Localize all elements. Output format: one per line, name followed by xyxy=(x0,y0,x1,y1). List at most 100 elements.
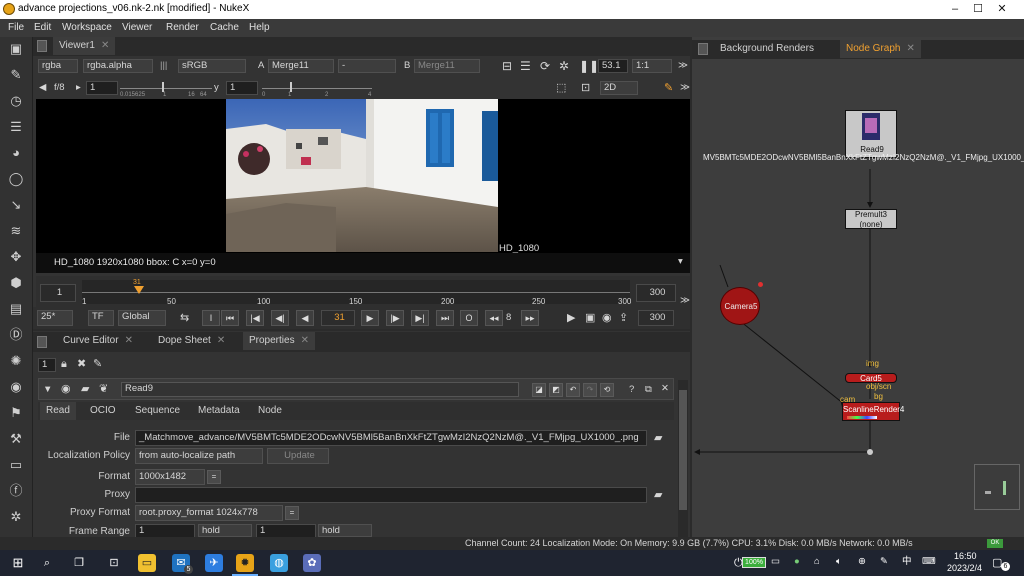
furnace-icon[interactable]: ⓕ xyxy=(8,483,24,499)
end-frame-field[interactable]: 300 xyxy=(638,310,674,326)
step-size-value[interactable]: 8 xyxy=(506,311,511,325)
compare-mode-select[interactable]: - xyxy=(338,59,396,73)
sound-icon[interactable]: 🔈︎ xyxy=(836,555,842,569)
particles-icon[interactable]: ✺ xyxy=(8,353,24,369)
mask-icon[interactable]: ⊡ xyxy=(581,81,590,95)
playhead[interactable] xyxy=(134,286,144,294)
pane-menu-icon[interactable] xyxy=(37,336,47,348)
time-icon[interactable]: ◷ xyxy=(8,93,24,109)
paint-brush-icon[interactable]: ✎ xyxy=(664,81,673,95)
close-icon[interactable]: ✕ xyxy=(906,43,914,54)
redo-icon[interactable]: ↷ xyxy=(583,383,597,397)
input-a-select[interactable]: Merge11 xyxy=(268,59,334,73)
settings-app-icon[interactable]: ✿ xyxy=(303,554,321,572)
filter-icon[interactable]: ◯ xyxy=(8,171,24,187)
view-mode-select[interactable]: 2D xyxy=(600,81,638,95)
format-select[interactable]: 1000x1482 xyxy=(135,469,205,485)
max-panels-field[interactable]: 1 xyxy=(38,358,56,372)
frame-range-first-mode[interactable]: hold xyxy=(198,524,252,537)
proxy-format-edit-button[interactable]: = xyxy=(285,506,299,520)
search-icon[interactable]: ⌕ xyxy=(38,554,56,572)
circle-icon[interactable]: ◉ xyxy=(61,382,71,396)
pane-menu-icon[interactable] xyxy=(698,43,708,55)
step-icon[interactable]: ▸ xyxy=(76,81,81,95)
pen-icon[interactable]: ✎ xyxy=(880,555,888,569)
clear-panels-icon[interactable]: ✖ xyxy=(77,357,86,371)
update-button[interactable]: Update xyxy=(267,448,329,464)
prev-keyframe-button[interactable]: |◀ xyxy=(246,310,264,326)
tab-sequence[interactable]: Sequence xyxy=(129,402,186,420)
edit-icon[interactable]: ◪ xyxy=(532,383,546,397)
tray-green-icon[interactable]: ● xyxy=(794,555,800,569)
channels-select[interactable]: rgba xyxy=(38,59,78,73)
list-icon[interactable]: ☰ xyxy=(520,59,531,73)
last-frame-button[interactable]: ⏭ xyxy=(436,310,454,326)
float-icon[interactable]: ⧉ xyxy=(645,383,652,397)
other-icon[interactable]: ⚒ xyxy=(8,431,24,447)
clock-date[interactable]: 2023/2/4 xyxy=(947,563,982,574)
alpha-channel-select[interactable]: rgba.alpha xyxy=(83,59,153,73)
menu-render[interactable]: Render xyxy=(166,22,199,33)
ime-mode-icon[interactable]: ⊕ xyxy=(858,555,866,569)
close-icon[interactable]: ✕ xyxy=(101,40,109,51)
node-name-field[interactable]: Read9 xyxy=(121,382,519,397)
step-forward-button[interactable]: ▸▸ xyxy=(521,310,539,326)
record-icon[interactable]: ◉ xyxy=(602,311,612,325)
gain-field[interactable]: 1 xyxy=(86,81,118,95)
deep-icon[interactable]: ◉ xyxy=(8,379,24,395)
gamma-field[interactable]: 1 xyxy=(226,81,258,95)
ocula-icon[interactable]: ✲ xyxy=(8,509,24,525)
input-b-select[interactable]: Merge11 xyxy=(414,59,480,73)
folder-icon[interactable]: ▰ xyxy=(654,488,662,502)
collapse-icon[interactable]: ▼ xyxy=(43,383,52,397)
in-point-button[interactable]: I xyxy=(202,310,220,326)
export-icon[interactable]: ⇪ xyxy=(619,311,628,325)
undo-icon[interactable]: ↶ xyxy=(566,383,580,397)
play-forward-button[interactable]: ▶ xyxy=(361,310,379,326)
image-icon[interactable]: ▣ xyxy=(8,41,24,57)
scanlinerender4-node[interactable]: ScanlineRender4 xyxy=(842,402,904,421)
scrollbar-thumb[interactable] xyxy=(679,390,687,510)
menu-help[interactable]: Help xyxy=(249,22,270,33)
tab-viewer1[interactable]: Viewer1 ✕ xyxy=(53,37,116,55)
battery-indicator[interactable]: 100% xyxy=(742,557,766,568)
chevron-down-icon[interactable]: ≫ xyxy=(678,59,688,73)
global-select[interactable]: Global xyxy=(118,310,166,326)
color-icon[interactable]: ◕ xyxy=(8,145,24,161)
keyer-icon[interactable]: ↘ xyxy=(8,197,24,213)
help-question-icon[interactable]: ? xyxy=(629,383,634,397)
proxy-format-select[interactable]: root.proxy_format 1024x778 xyxy=(135,505,283,521)
windows-start-icon[interactable]: ⊞ xyxy=(9,554,27,572)
merge-icon[interactable]: ≋ xyxy=(8,223,24,239)
proxy-path-field[interactable] xyxy=(135,487,647,503)
tab-node-graph[interactable]: Node Graph ✕ xyxy=(840,40,921,58)
close-icon[interactable]: ✕ xyxy=(661,382,669,396)
tab-metadata[interactable]: Metadata xyxy=(192,402,246,420)
lock-icon[interactable]: 🔒︎ xyxy=(61,357,67,371)
toolsets-icon[interactable]: ⚑ xyxy=(8,405,24,421)
tab-ocio[interactable]: OCIO xyxy=(84,402,122,420)
tab-read[interactable]: Read xyxy=(40,402,76,420)
channel-icon[interactable]: ☰ xyxy=(8,119,24,135)
nuke-taskbar-icon[interactable]: ✹ xyxy=(236,554,254,572)
plane-app-icon[interactable]: ✈ xyxy=(205,554,223,572)
first-frame-button[interactable]: ⏮ xyxy=(221,310,239,326)
fps-select[interactable]: 25* xyxy=(37,310,73,326)
properties-scrollbar[interactable] xyxy=(678,380,688,537)
transform-icon[interactable]: ✥ xyxy=(8,249,24,265)
menu-edit[interactable]: Edit xyxy=(34,22,51,33)
viewer-lut-select[interactable]: sRGB xyxy=(178,59,246,73)
menu-workspace[interactable]: Workspace xyxy=(62,22,112,33)
close-icon[interactable]: ✕ xyxy=(217,335,225,346)
gear-icon[interactable]: ✲ xyxy=(559,59,569,73)
localization-select[interactable]: from auto-localize path xyxy=(135,448,263,464)
views-icon[interactable]: ▤ xyxy=(8,301,24,317)
metadata-icon[interactable]: Ⓓ xyxy=(8,327,24,343)
file-explorer-icon[interactable]: ▭ xyxy=(138,554,156,572)
clock-time[interactable]: 16:50 xyxy=(954,551,977,562)
menu-file[interactable]: File xyxy=(8,22,24,33)
close-icon[interactable]: ✕ xyxy=(125,335,133,346)
pane-menu-icon[interactable] xyxy=(37,40,47,52)
play-backward-button[interactable]: ◀ xyxy=(296,310,314,326)
chevron-down-icon[interactable]: ≫ xyxy=(680,294,690,308)
